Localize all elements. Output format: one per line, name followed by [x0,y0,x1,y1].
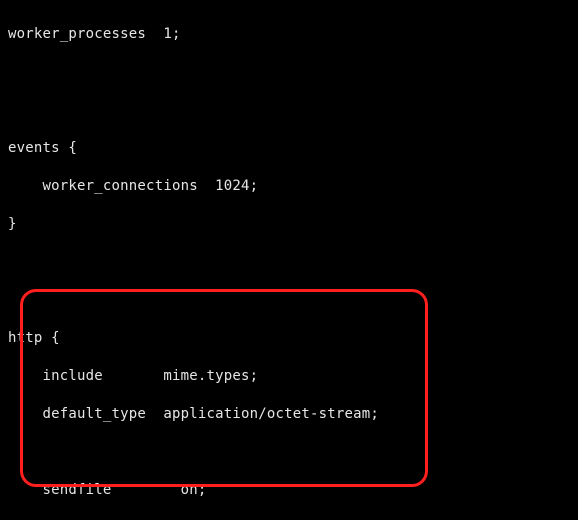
blank-line [8,63,570,82]
cfg-line: worker_connections 1024; [8,177,570,196]
key-sendfile: sendfile [43,482,112,498]
blank-line [8,101,570,120]
cfg-line: default_type application/octet-stream; [8,405,570,424]
blank-line [8,253,570,272]
val-include: mime.types [163,368,249,384]
val-sendfile: on [181,482,198,498]
key-include: include [43,368,103,384]
val-default-type: application/octet-stream [163,406,370,422]
blank-line [8,443,570,462]
events-close: } [8,215,570,234]
blank-line [8,291,570,310]
cfg-line: worker_processes 1; [8,25,570,44]
key-worker-processes: worker_processes [8,26,146,42]
val-worker-processes: 1 [163,26,172,42]
config-editor[interactable]: worker_processes 1; events { worker_conn… [0,0,578,520]
events-open: events { [8,139,570,158]
key-worker-connections: worker_connections [43,178,198,194]
http-open: http { [8,329,570,348]
cfg-line: include mime.types; [8,367,570,386]
cfg-line: sendfile on; [8,481,570,500]
val-worker-connections: 1024 [215,178,250,194]
key-default-type: default_type [43,406,147,422]
